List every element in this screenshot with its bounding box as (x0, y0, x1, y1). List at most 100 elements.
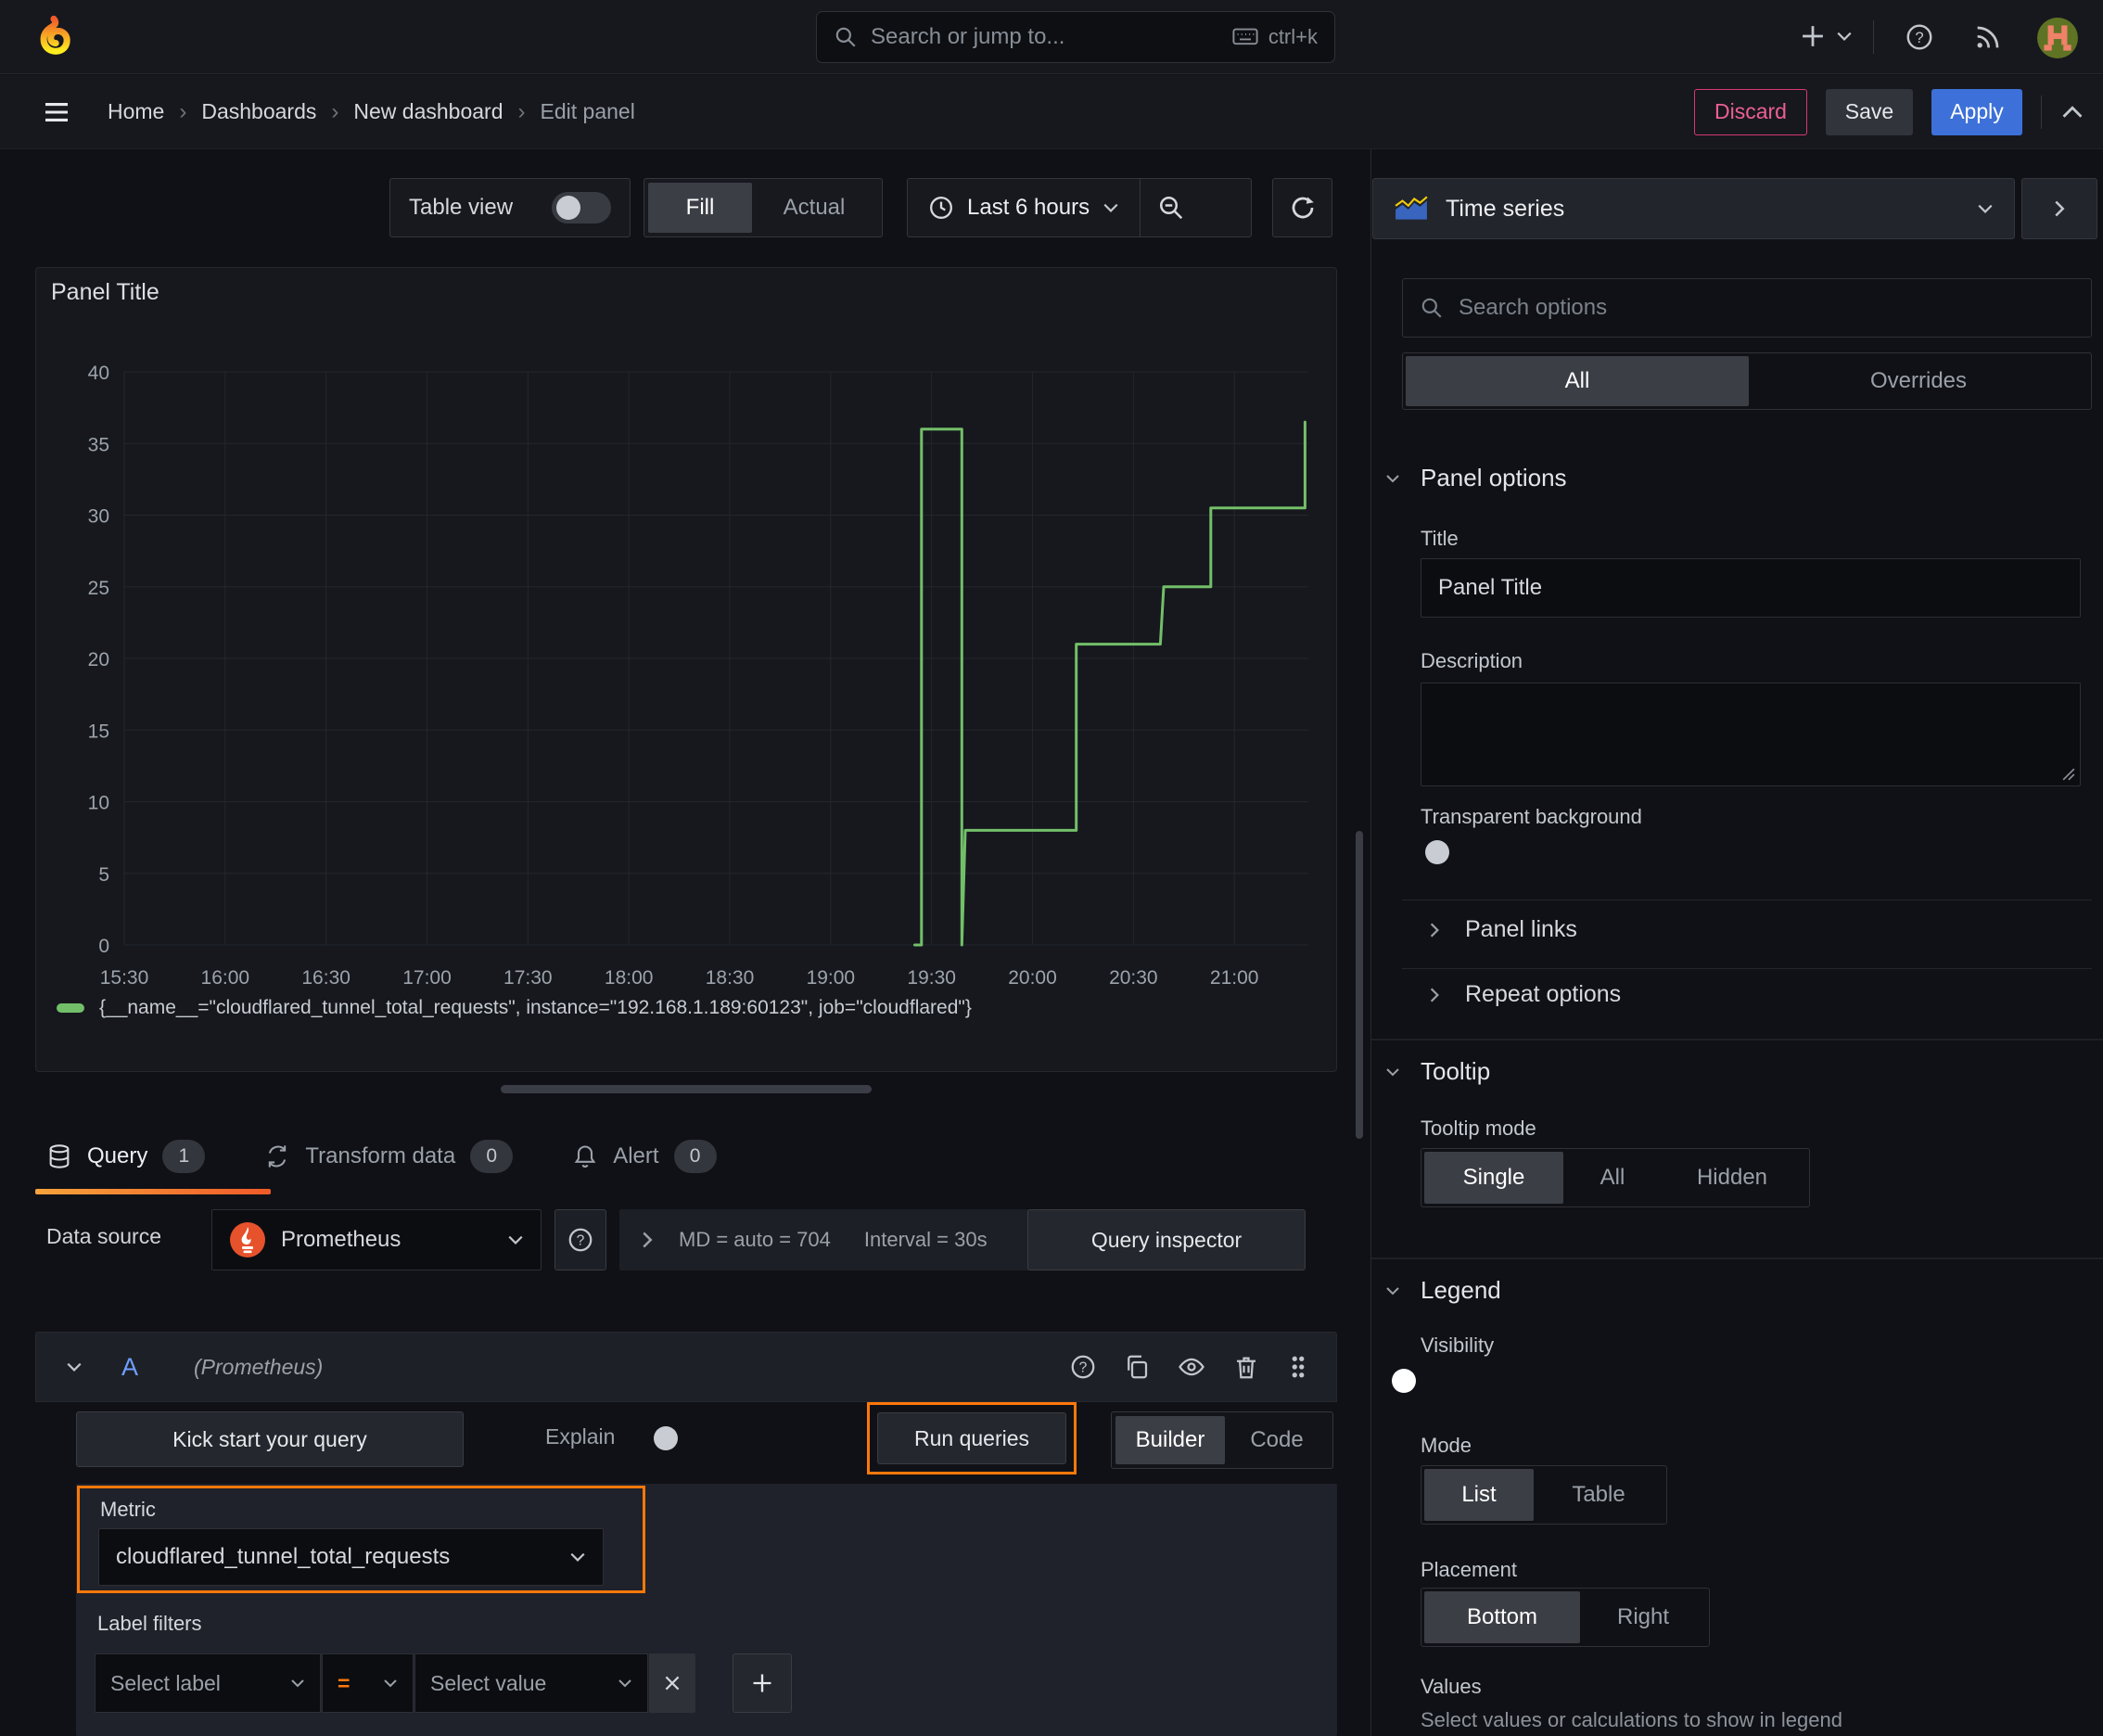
duplicate-query-icon[interactable] (1123, 1353, 1151, 1381)
run-queries-button[interactable]: Run queries (877, 1412, 1066, 1464)
tooltip-hidden-option[interactable]: Hidden (1662, 1152, 1803, 1204)
fill-option[interactable]: Fill (648, 183, 752, 233)
hide-query-icon[interactable] (1177, 1353, 1206, 1381)
transform-count-badge: 0 (470, 1140, 514, 1173)
metric-select[interactable]: cloudflared_tunnel_total_requests (98, 1528, 604, 1586)
add-new-button[interactable] (1799, 22, 1853, 50)
refresh-icon[interactable] (1272, 178, 1332, 237)
time-range-picker[interactable]: Last 6 hours (908, 179, 1140, 236)
legend-list-option[interactable]: List (1424, 1469, 1534, 1521)
placement-right-option[interactable]: Right (1580, 1591, 1706, 1643)
metric-highlight: Metric cloudflared_tunnel_total_requests (77, 1486, 645, 1593)
breadcrumb-new-dashboard[interactable]: New dashboard (353, 99, 503, 124)
legend-section-header[interactable]: Legend (1385, 1276, 1501, 1305)
svg-text:21:00: 21:00 (1210, 967, 1259, 989)
chevron-down-icon (570, 1552, 585, 1562)
tooltip-section-header[interactable]: Tooltip (1385, 1057, 1490, 1086)
query-ref-id[interactable]: A (121, 1353, 138, 1382)
breadcrumb: Home › Dashboards › New dashboard › Edit… (108, 99, 635, 125)
chevron-down-icon (1978, 204, 1993, 213)
chevron-right-icon (1430, 987, 1439, 1002)
time-series-chart: 0 5 10 15 20 25 30 35 40 15:30 16:00 16:30 17:00 17:3… (88, 363, 1308, 989)
legend-item[interactable]: {__name__="cloudflared_tunnel_total_requ… (57, 997, 972, 1019)
menu-icon[interactable] (43, 101, 70, 123)
options-search-input[interactable]: Search options (1402, 278, 2092, 338)
query-builder-body: Metric cloudflared_tunnel_total_requests… (76, 1484, 1337, 1736)
placement-bottom-option[interactable]: Bottom (1424, 1591, 1580, 1643)
left-pane-scrollbar[interactable] (1356, 831, 1363, 1139)
chevron-down-icon (1386, 1067, 1399, 1076)
label-filters-label: Label filters (97, 1612, 202, 1635)
delete-query-icon[interactable] (1232, 1353, 1260, 1381)
code-option[interactable]: Code (1225, 1416, 1329, 1464)
breadcrumb-dashboards[interactable]: Dashboards (201, 99, 316, 124)
select-label-placeholder: Select label (110, 1670, 221, 1695)
visibility-label: Visibility (1421, 1334, 1495, 1357)
toggle-viz-pane-icon[interactable] (2021, 178, 2097, 239)
datasource-help-icon[interactable]: ? (554, 1209, 606, 1270)
tab-transform-data[interactable]: Transform data 0 (264, 1140, 514, 1173)
collapse-options-icon[interactable] (2060, 104, 2084, 121)
global-search-input[interactable]: Search or jump to... ctrl+k (816, 11, 1335, 63)
news-rss-icon[interactable] (1973, 22, 2003, 52)
tab-query[interactable]: Query 1 (46, 1140, 206, 1173)
tab-overrides[interactable]: Overrides (1749, 356, 2088, 406)
operator-dropdown[interactable]: = (322, 1653, 414, 1713)
database-icon (46, 1143, 72, 1169)
panel-options-section-header[interactable]: Panel options (1385, 464, 1567, 492)
query-row-header[interactable]: A (Prometheus) ? (35, 1332, 1337, 1402)
chart-panel[interactable]: Panel Title 0 5 10 15 20 25 30 35 40 15:30 16:00 16… (35, 267, 1337, 1072)
save-button[interactable]: Save (1826, 88, 1913, 135)
description-textarea[interactable] (1421, 683, 2081, 786)
grafana-logo-icon[interactable] (32, 15, 76, 59)
tooltip-all-option[interactable]: All (1563, 1152, 1662, 1204)
resize-corner-icon[interactable] (2062, 768, 2075, 781)
remove-filter-icon[interactable] (649, 1653, 695, 1713)
query-inspector-button[interactable]: Query inspector (1027, 1209, 1306, 1270)
discard-button[interactable]: Discard (1694, 88, 1807, 135)
apply-button[interactable]: Apply (1931, 88, 2022, 135)
panel-title-input[interactable]: Panel Title (1421, 558, 2081, 618)
options-search-placeholder: Search options (1459, 295, 1608, 320)
section-divider (1402, 968, 2092, 969)
svg-text:20:30: 20:30 (1109, 967, 1158, 989)
chevron-down-icon (1103, 203, 1118, 212)
svg-text:15: 15 (88, 721, 109, 742)
tooltip-title: Tooltip (1421, 1057, 1491, 1085)
user-avatar[interactable] (2036, 17, 2079, 59)
table-view-toggle[interactable] (552, 192, 611, 223)
search-shortcut-label: ctrl+k (1268, 25, 1318, 48)
panel-links-section-header[interactable]: Panel links (1428, 916, 1577, 943)
select-value-dropdown[interactable]: Select value (414, 1653, 648, 1713)
breadcrumb-bar: Home › Dashboards › New dashboard › Edit… (0, 75, 2103, 149)
builder-option[interactable]: Builder (1115, 1416, 1225, 1464)
svg-text:20: 20 (88, 649, 109, 670)
kickstart-query-button[interactable]: Kick start your query (76, 1411, 464, 1467)
tab-alert[interactable]: Alert 0 (572, 1140, 717, 1173)
query-help-icon[interactable]: ? (1069, 1353, 1097, 1381)
panel-resize-handle[interactable] (501, 1085, 872, 1093)
datasource-select[interactable]: Prometheus (211, 1209, 542, 1270)
pane-divider[interactable] (1370, 149, 1371, 1736)
legend-table-option[interactable]: Table (1534, 1469, 1663, 1521)
add-filter-icon[interactable] (733, 1653, 792, 1713)
breadcrumb-home[interactable]: Home (108, 99, 164, 124)
repeat-options-section-header[interactable]: Repeat options (1428, 981, 1621, 1008)
help-icon[interactable]: ? (1905, 22, 1934, 52)
category-divider (1371, 1039, 2103, 1040)
tab-all[interactable]: All (1406, 356, 1749, 406)
select-label-dropdown[interactable]: Select label (95, 1653, 321, 1713)
drag-handle-icon[interactable] (1286, 1353, 1310, 1381)
zoom-out-icon[interactable] (1141, 179, 1202, 236)
chevron-right-icon[interactable] (640, 1231, 655, 1249)
select-value-placeholder: Select value (430, 1670, 547, 1695)
visualization-picker[interactable]: Time series (1372, 178, 2015, 239)
explain-label: Explain (545, 1424, 616, 1449)
svg-text:5: 5 (98, 864, 109, 886)
transparent-bg-label: Transparent background (1421, 805, 1642, 828)
timeseries-viz-icon (1394, 196, 1429, 222)
stats-interval: Interval = 30s (863, 1228, 988, 1251)
tooltip-single-option[interactable]: Single (1424, 1152, 1563, 1204)
actual-option[interactable]: Actual (752, 183, 876, 233)
collapse-query-icon[interactable] (66, 1360, 83, 1373)
